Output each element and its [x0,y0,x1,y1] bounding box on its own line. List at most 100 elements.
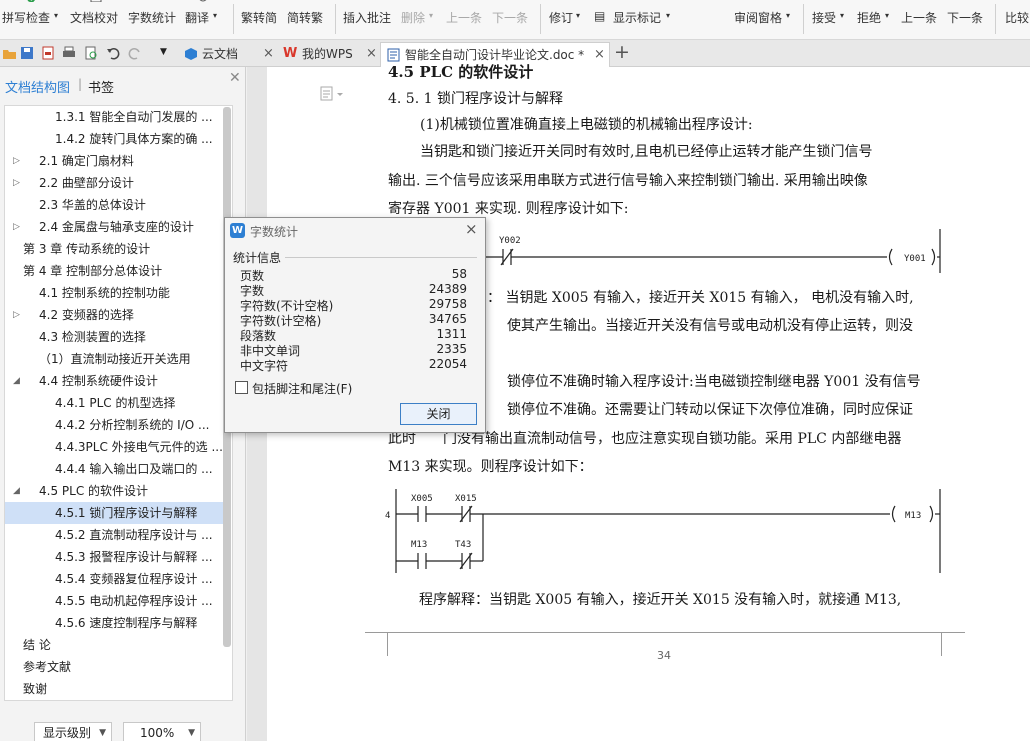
tab-cloud-doc[interactable]: 云文档 × [178,42,276,67]
paragraph-layout-icon[interactable] [320,86,346,102]
show-marks-button[interactable]: ▤ 显示标记 ▾ [594,0,674,39]
insert-comment-button[interactable]: 插入批注 [343,0,395,39]
outline-item-label: 参考文献 [23,660,72,674]
outline-item[interactable]: 4.5.5 电动机起停程序设计 ... [5,590,225,612]
paragraph-line: 当钥匙和锁门接近开关同时有效时,且电机已经停止运转才能产生锁门信号 [420,144,873,160]
redo-icon[interactable] [128,46,143,61]
outline-item[interactable]: ▷第 3 章 传动系统的设计 [5,238,225,260]
prev-change-button[interactable]: 上一条 [901,0,941,39]
outline-item[interactable]: 4.5.4 变频器复位程序设计 ... [5,568,225,590]
outline-item-label: 结 论 [23,638,51,652]
outline-item-label: 4.5.6 速度控制程序与解释 [55,616,198,630]
outline-item[interactable]: 2.3 华盖的总体设计 [5,194,225,216]
chevron-down-icon: ▼ [188,728,195,738]
outline-item-label: 第 4 章 控制部分总体设计 [23,264,163,278]
outline-item[interactable]: 致谢 [5,678,225,700]
outline-item[interactable]: 4.4.1 PLC 的机型选择 [5,392,225,414]
outline-item[interactable]: 4.4.2 分析控制系统的 I/O ... [5,414,225,436]
revise-button[interactable]: 修订 ▾ [549,0,589,39]
dialog-close-icon[interactable]: × [465,220,478,238]
outline-item[interactable]: ▷ 2.4 金属盘与轴承支座的设计 [5,216,225,238]
rung-marker: 4 [385,511,390,521]
compare-button[interactable]: 比较 [1005,0,1030,39]
tab-close-icon[interactable]: × [594,43,605,67]
translate-button[interactable]: 翻译 ▾ [185,0,225,39]
outline-item-label: （1）直流制动接近开关选用 [39,352,191,366]
outline-item[interactable]: 参考文献 [5,656,225,678]
group-divider [285,257,477,258]
include-notes-checkbox[interactable] [235,381,248,394]
outline-item[interactable]: 4.3 检测装置的选择 [5,326,225,348]
spell-check-button[interactable]: 拼写检查 ▾ [2,0,68,39]
outline-item[interactable]: 4.5.3 报警程序设计与解释 ... [5,546,225,568]
outline-item-label: 致谢 [23,682,48,696]
outline-item[interactable]: 1.4.2 旋转门具体方案的确 ... [5,128,225,150]
outline-item[interactable]: ▷ 2.1 确定门扇材料 [5,150,225,172]
ladder-diagram-self-lock: X005 X015 M13 T43 4 M13 [385,489,941,573]
outline-item[interactable]: ◢ 4.5 PLC 的软件设计 [5,480,225,502]
paragraph-line: (1)机械锁位置准确直接上电磁锁的机械输出程序设计: [420,117,753,133]
trad-conv-button[interactable]: 繁转简 [241,0,281,39]
include-notes-label[interactable]: 包括脚注和尾注(F) [252,380,352,397]
doc-proof-button[interactable]: 文档校对 [70,0,122,39]
outline-item[interactable]: ▷ 2.2 曲壁部分设计 [5,172,225,194]
dialog-title: 字数统计 [250,225,299,239]
outline-item[interactable]: 4.5.1 锁门程序设计与解释 [5,502,225,524]
accept-button[interactable]: 接受 ▾ [812,0,850,39]
tab-bookmark[interactable]: 书签 [88,77,114,96]
statistics-group-label: 统计信息 [233,251,282,265]
outline-item[interactable]: 结 论 [5,634,225,656]
outline-item-label: 4.2 变频器的选择 [39,308,134,322]
outline-item[interactable]: 4.4.4 输入输出口及端口的 ... [5,458,225,480]
stat-value: 1311 [436,327,467,341]
translate-icon [199,0,207,2]
outline-item[interactable]: ◢ 4.4 控制系统硬件设计 [5,370,225,392]
expand-arrow-icon[interactable]: ▷ [13,216,20,238]
print-preview-icon[interactable] [84,46,99,61]
tab-close-icon[interactable]: × [263,42,274,66]
new-tab-icon[interactable]: + [614,41,630,63]
outline-item[interactable]: ◢第 4 章 控制部分总体设计 [5,260,225,282]
tab-close-icon[interactable]: × [366,42,377,66]
tab-my-wps[interactable]: W 我的WPS × [278,42,378,67]
outline-item[interactable]: 4.5.6 速度控制程序与解释 [5,612,225,634]
outline-item[interactable]: 4.5.2 直流制动程序设计与 ... [5,524,225,546]
tab-document-outline[interactable]: 文档结构图 [5,77,70,96]
quick-access-dropdown-icon[interactable]: ▼ [160,47,167,57]
outline-item-label: 4.1 控制系统的控制功能 [39,286,170,300]
outline-item-label: 4.5.4 变频器复位程序设计 ... [55,572,213,586]
collapse-arrow-icon[interactable]: ◢ [13,480,20,502]
outline-item-label: 2.2 曲壁部分设计 [39,176,134,190]
divider [995,4,996,34]
simp-conv-button[interactable]: 简转繁 [287,0,327,39]
export-pdf-icon[interactable] [41,46,56,61]
outline-item[interactable]: 4.4.3PLC 外接电气元件的选 ... [5,436,225,458]
outline-item[interactable]: ▷ 4.2 变频器的选择 [5,304,225,326]
expand-arrow-icon[interactable]: ▷ [13,150,20,172]
show-marks-icon: ▤ [594,9,606,23]
word-count-button[interactable]: ABC 字数统计 [128,0,180,39]
next-change-button[interactable]: 下一条 [947,0,987,39]
review-pane-button[interactable]: 审阅窗格 ▾ [734,0,794,39]
paragraph-line: 输出. 三个信号应该采用串联方式进行信号输入来控制锁门输出. 采用输出映像 [388,173,868,189]
display-level-select[interactable]: 显示级别 ▼ [34,722,112,741]
next-comment-button[interactable]: 下一条 [492,0,532,39]
outline-item[interactable]: （1）直流制动接近开关选用 [5,348,225,370]
delete-comment-button[interactable]: 删除 ▾ [401,0,441,39]
reject-button[interactable]: 拒绝 ▾ [857,0,895,39]
undo-icon[interactable] [106,46,121,61]
pane-close-icon[interactable]: ✕ [229,70,241,86]
folder-icon[interactable] [2,46,17,61]
close-button[interactable]: 关闭 [400,403,477,425]
collapse-arrow-icon[interactable]: ◢ [13,370,20,392]
save-icon[interactable] [20,46,35,61]
zoom-select[interactable]: 100% ▼ [123,722,201,741]
expand-arrow-icon[interactable]: ▷ [13,172,20,194]
outline-item[interactable]: 4.1 控制系统的控制功能 [5,282,225,304]
print-icon[interactable] [62,46,77,61]
paragraph-line: 门没有输出直流制动信号，也应注意实现自锁功能。采用 PLC 内部继电器 [443,431,902,447]
outline-item[interactable]: 1.3.1 智能全自动门发展的 ... [5,106,225,128]
contact-label: T43 [455,540,471,550]
prev-comment-button[interactable]: 上一条 [446,0,486,39]
expand-arrow-icon[interactable]: ▷ [13,304,20,326]
